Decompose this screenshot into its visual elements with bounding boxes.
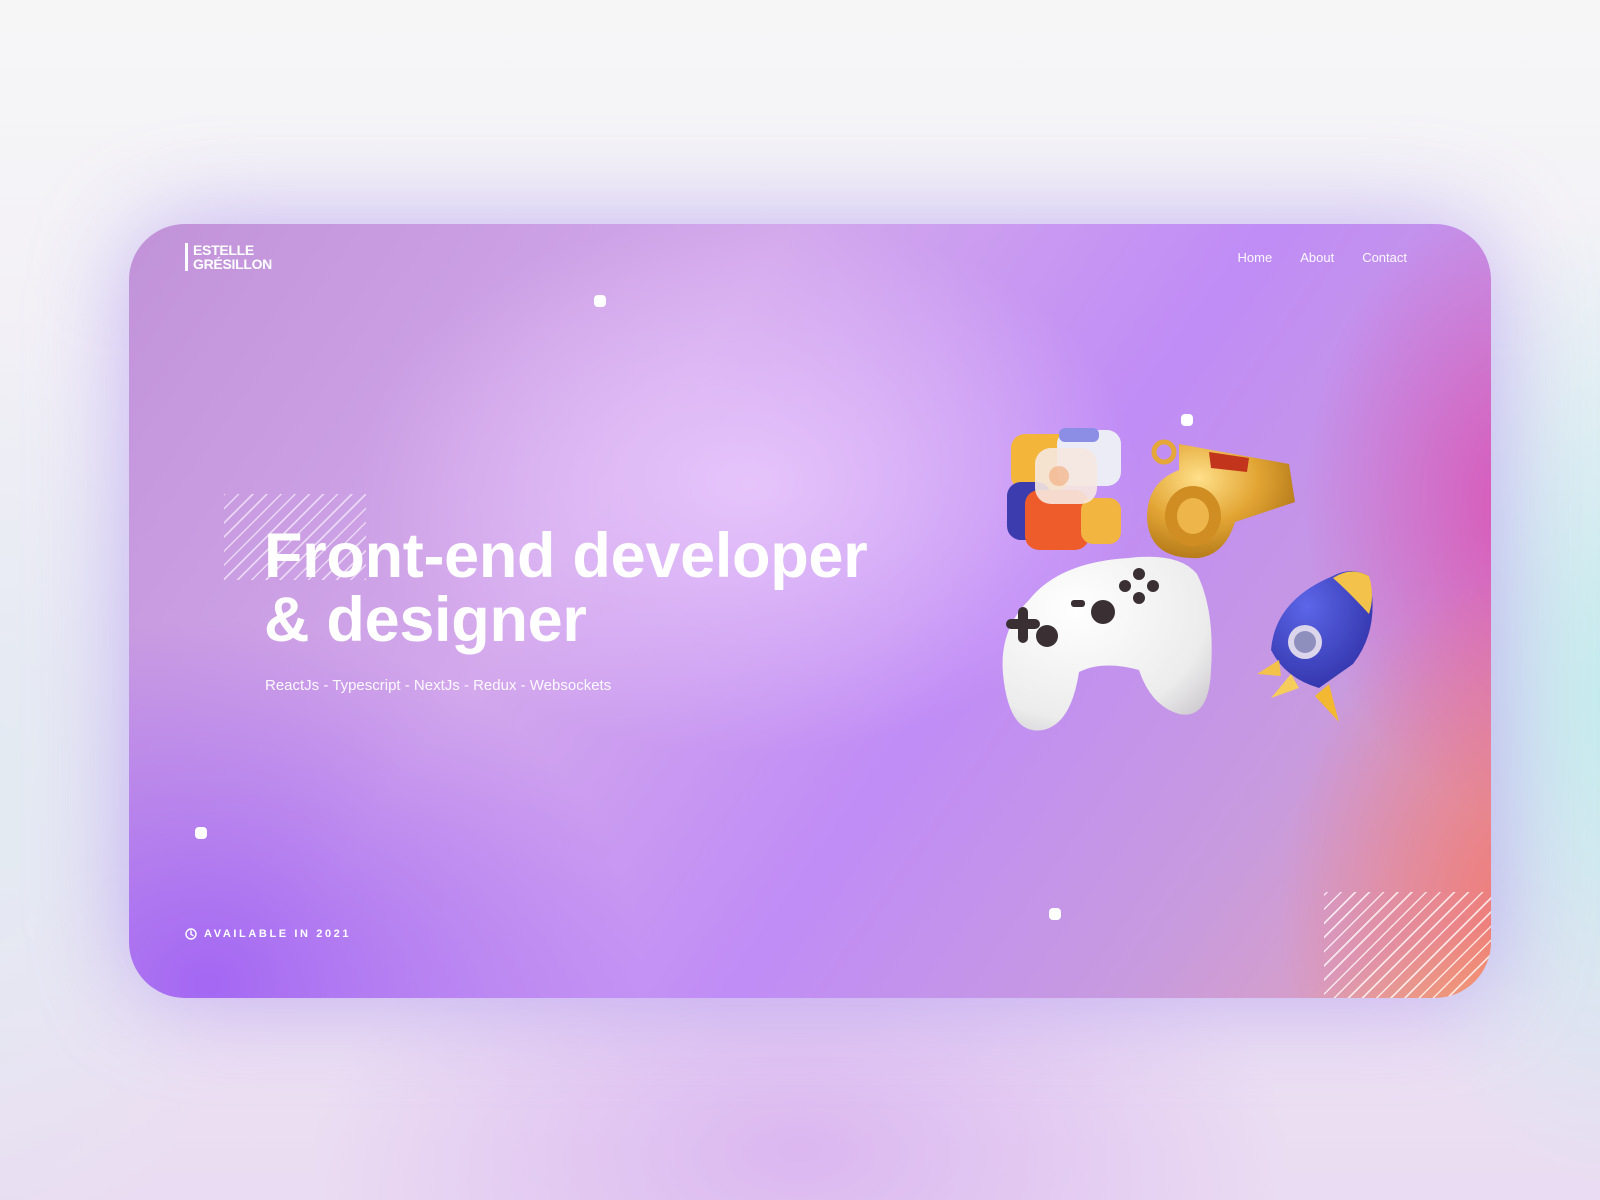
rocket-icon [1257, 571, 1373, 722]
brand-logo-line2: GRÉSILLON [193, 256, 272, 272]
decorative-dot [1049, 908, 1061, 920]
availability-text: AVAILABLE IN 2021 [204, 928, 352, 940]
decorative-dot [195, 827, 207, 839]
main-nav: Home About Contact [1238, 250, 1407, 265]
hero-card: ESTELLE GRÉSILLON Home About Contact Fro… [129, 224, 1491, 998]
hero-headline-line2: & designer [264, 585, 587, 655]
decorative-dot [594, 295, 606, 307]
nav-link-home[interactable]: Home [1238, 250, 1273, 265]
gamepad-icon [1002, 556, 1212, 731]
hatch-pattern-decoration [1324, 892, 1491, 998]
whistle-icon [1147, 439, 1295, 559]
brand-logo[interactable]: ESTELLE GRÉSILLON [185, 243, 272, 271]
hero-headline-line1: Front-end developer [264, 521, 868, 591]
hero-illustration [1002, 428, 1373, 731]
brand-logo-line1: ESTELLE [193, 242, 254, 258]
clock-icon [185, 928, 197, 940]
hero-headline: Front-end developer & designer [264, 521, 868, 655]
availability-badge: AVAILABLE IN 2021 [185, 928, 351, 940]
cube-icon [1007, 428, 1121, 550]
nav-link-contact[interactable]: Contact [1362, 250, 1407, 265]
hero-subtitle: ReactJs - Typescript - NextJs - Redux - … [265, 677, 612, 694]
nav-link-about[interactable]: About [1300, 250, 1334, 265]
